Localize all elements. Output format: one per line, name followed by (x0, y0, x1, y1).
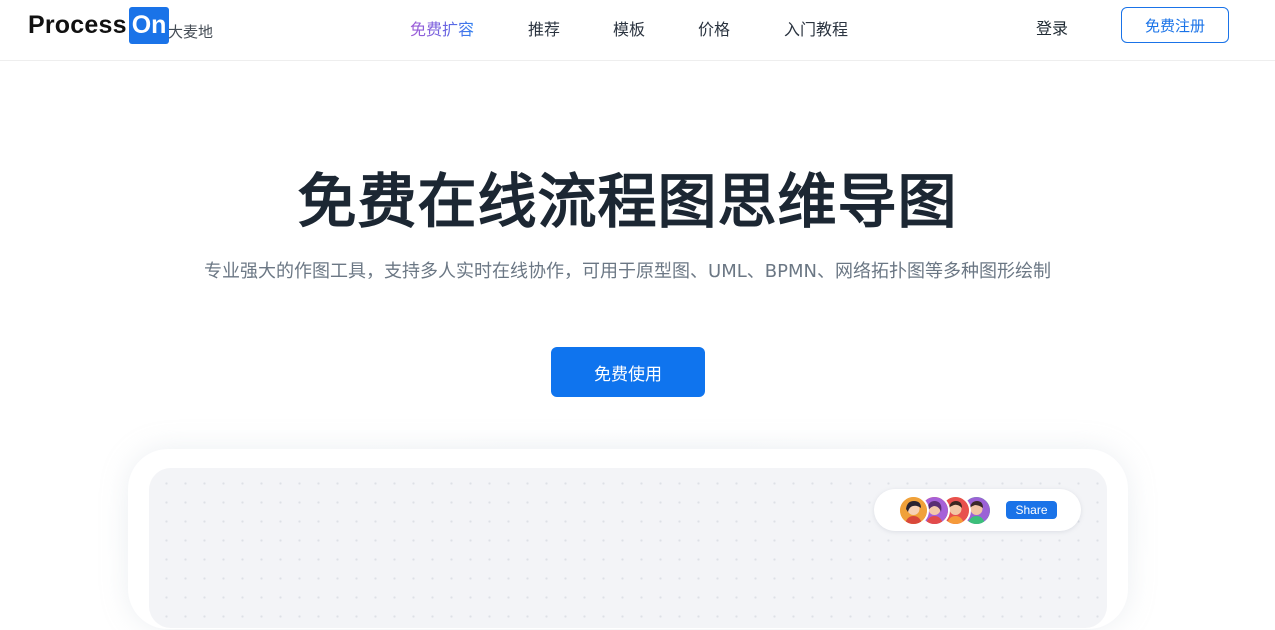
nav-pricing[interactable]: 价格 (698, 16, 730, 39)
logo-badge: On (128, 6, 170, 44)
hero-title: 免费在线流程图思维导图 (297, 167, 958, 236)
login-link[interactable]: 登录 (1036, 15, 1068, 39)
top-header: Process On 大麦地 免费扩容 推荐 模板 价格 入门教程 登录 免费注… (0, 0, 1275, 61)
processon-logo[interactable]: Process On (28, 6, 170, 44)
avatar-1 (898, 495, 929, 526)
nav-free-expand[interactable]: 免费扩容 (410, 16, 474, 39)
collaborator-avatars (898, 495, 998, 526)
hero-subtitle: 专业强大的作图工具，支持多人实时在线协作，可用于原型图、UML、BPMN、网络拓… (204, 261, 1051, 282)
register-button[interactable]: 免费注册 (1121, 7, 1229, 43)
free-use-button[interactable]: 免费使用 (551, 347, 705, 397)
nav-tutorial[interactable]: 入门教程 (784, 16, 848, 39)
nav-recommend[interactable]: 推荐 (528, 16, 560, 39)
share-button[interactable]: Share (1006, 501, 1057, 519)
logo-text: Process (28, 10, 127, 39)
logo-subtitle: 大麦地 (168, 23, 214, 41)
nav-templates[interactable]: 模板 (613, 16, 645, 39)
